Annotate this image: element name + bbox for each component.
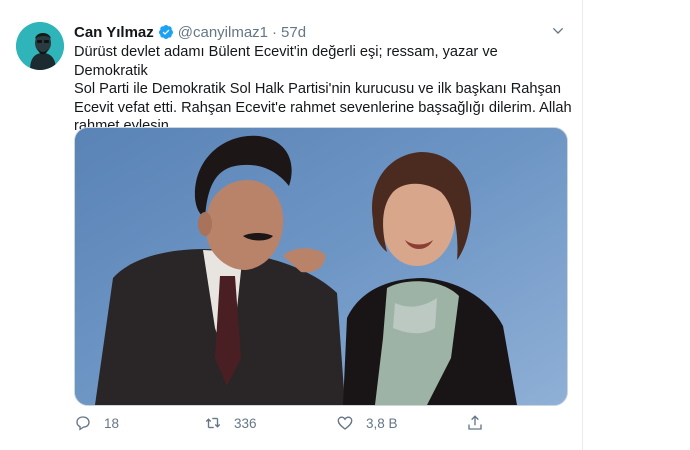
timeline-border xyxy=(582,0,583,450)
tweet-text-line: Ecevit vefat etti. Rahşan Ecevit'e rahme… xyxy=(74,99,572,116)
like-count: 3,8 B xyxy=(366,415,398,431)
verified-badge-icon xyxy=(158,25,173,39)
user-handle[interactable]: @canyilmaz1 xyxy=(178,24,268,41)
avatar[interactable] xyxy=(16,22,64,70)
display-name[interactable]: Can Yılmaz xyxy=(74,24,154,41)
tweet-text: Dürüst devlet adamı Bülent Ecevit'in değ… xyxy=(74,43,574,136)
reply-button[interactable]: 18 xyxy=(74,412,119,434)
tweet-text-line: Sol Parti ile Demokratik Sol Halk Partis… xyxy=(74,81,562,98)
tweet-header: Can Yılmaz @canyilmaz1 · 57d xyxy=(74,22,306,42)
tweet-text-line: Dürüst devlet adamı Bülent Ecevit'in değ… xyxy=(74,44,498,79)
tweet-photo[interactable] xyxy=(74,127,568,406)
reply-count: 18 xyxy=(104,415,120,431)
heart-icon xyxy=(337,416,353,430)
retweet-button[interactable]: 336 xyxy=(204,412,257,434)
retweet-icon xyxy=(205,417,221,429)
chevron-down-icon[interactable] xyxy=(550,23,566,39)
reply-icon xyxy=(76,416,90,431)
share-button[interactable] xyxy=(466,412,496,434)
share-icon xyxy=(468,415,482,430)
separator: · xyxy=(272,23,278,41)
timestamp[interactable]: 57d xyxy=(281,24,306,41)
tweet-actions: 18 336 3,8 B xyxy=(74,412,504,434)
retweet-count: 336 xyxy=(234,415,257,431)
tweet[interactable]: Can Yılmaz @canyilmaz1 · 57d Dürüst devl… xyxy=(0,0,690,450)
like-button[interactable]: 3,8 B xyxy=(336,412,398,434)
